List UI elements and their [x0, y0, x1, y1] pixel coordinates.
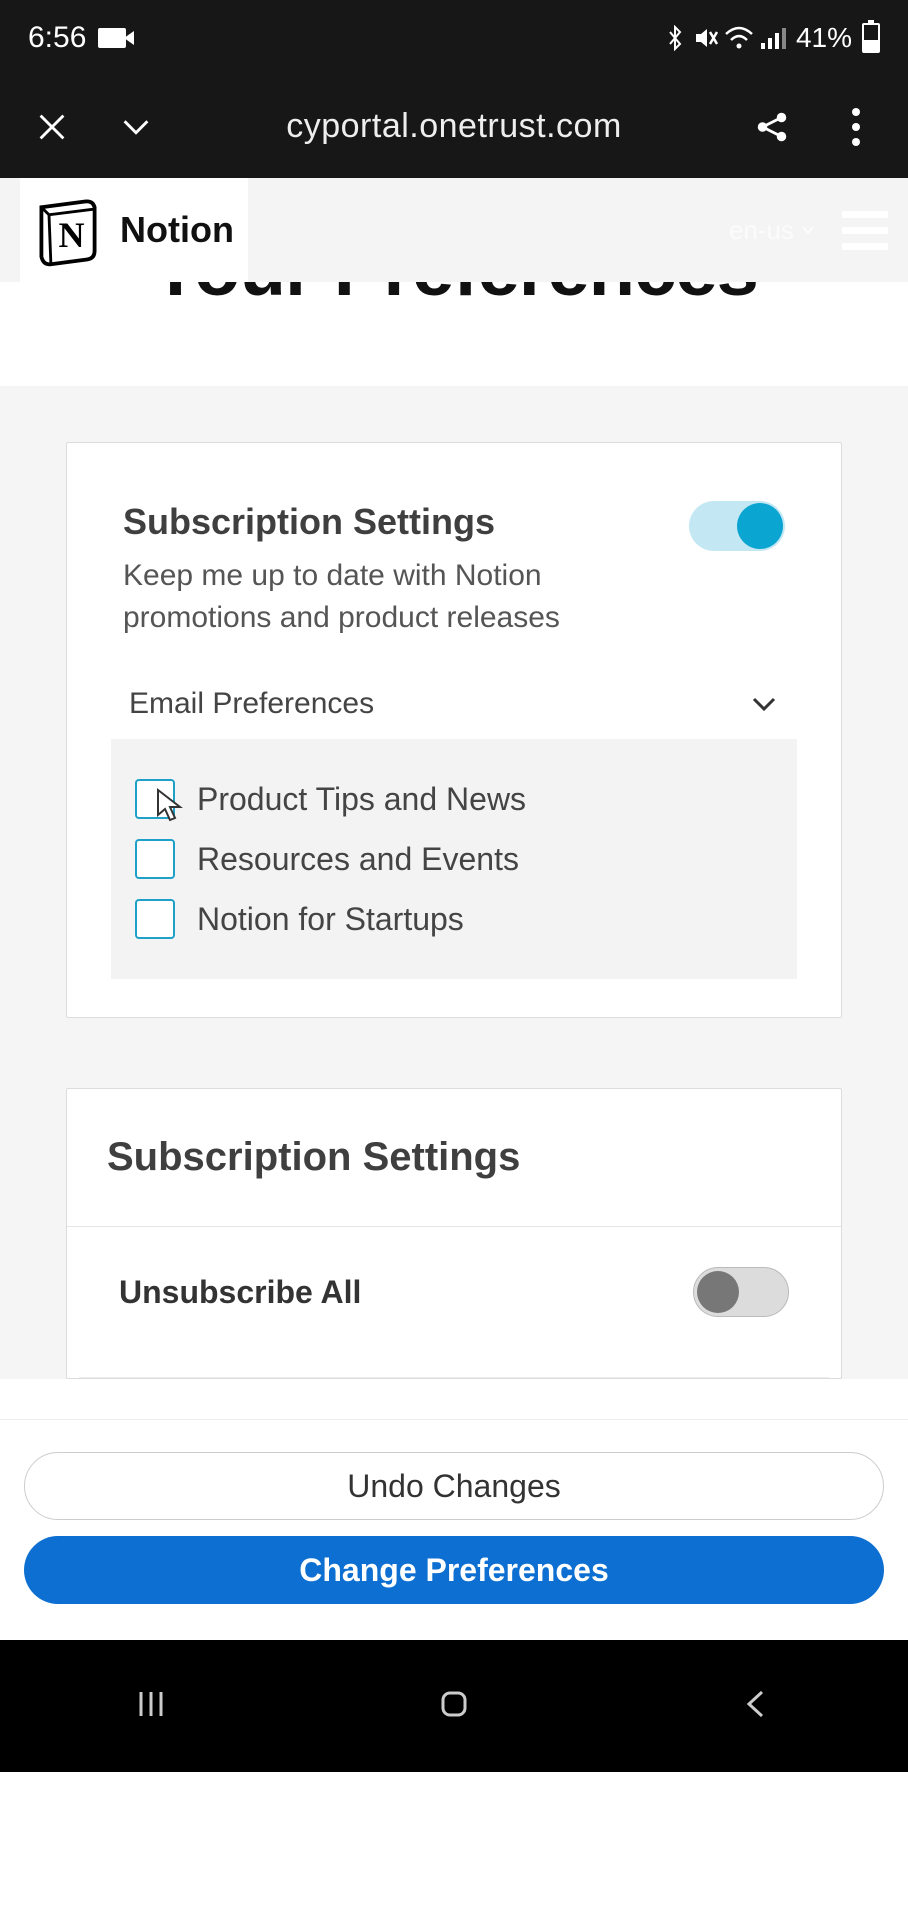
footer-actions: Undo Changes Change Preferences — [0, 1419, 908, 1640]
bluetooth-icon — [664, 25, 686, 51]
more-icon[interactable] — [832, 103, 880, 151]
app-header: N Notion en-us — [0, 178, 908, 282]
preference-list: Product Tips and News Resources and Even… — [111, 739, 797, 979]
checkbox-resources-events[interactable] — [135, 839, 175, 879]
close-icon[interactable] — [28, 103, 76, 151]
hamburger-icon[interactable] — [842, 211, 888, 250]
unsubscribe-card-title: Subscription Settings — [107, 1135, 801, 1180]
change-preferences-button[interactable]: Change Preferences — [24, 1536, 884, 1604]
main-content: Subscription Settings Keep me up to date… — [0, 386, 908, 1379]
preference-item: Notion for Startups — [135, 889, 773, 949]
home-icon[interactable] — [434, 1684, 474, 1729]
email-preferences-row[interactable]: Email Preferences — [123, 687, 785, 739]
svg-text:N: N — [59, 215, 85, 255]
subscription-card: Subscription Settings Keep me up to date… — [66, 442, 842, 1018]
battery-percent: 41% — [796, 22, 852, 54]
notion-cube-icon: N — [28, 190, 108, 270]
subscription-title: Subscription Settings — [123, 501, 669, 543]
chevron-down-icon — [800, 222, 816, 238]
preference-label: Notion for Startups — [197, 901, 464, 938]
subscription-description: Keep me up to date with Notion promotion… — [123, 555, 669, 639]
recents-icon[interactable] — [131, 1684, 171, 1729]
mute-icon — [692, 25, 718, 51]
notion-text: Notion — [120, 209, 234, 251]
undo-changes-button[interactable]: Undo Changes — [24, 1452, 884, 1520]
unsubscribe-all-label: Unsubscribe All — [119, 1274, 361, 1311]
wifi-icon — [724, 26, 754, 50]
undo-label: Undo Changes — [347, 1468, 560, 1505]
page-title-cut: Your Preferences — [0, 282, 908, 334]
chevron-down-icon[interactable] — [112, 103, 160, 151]
status-time: 6:56 — [28, 21, 86, 55]
share-icon[interactable] — [748, 103, 796, 151]
status-bar: 6:56 41% — [0, 0, 908, 75]
change-label: Change Preferences — [299, 1552, 608, 1589]
unsubscribe-all-toggle[interactable] — [693, 1267, 789, 1317]
signal-icon — [760, 26, 786, 50]
email-preferences-label: Email Preferences — [129, 687, 374, 721]
unsubscribe-card: Subscription Settings Unsubscribe All — [66, 1088, 842, 1379]
preference-item: Resources and Events — [135, 829, 773, 889]
preference-label: Product Tips and News — [197, 781, 526, 818]
notion-logo[interactable]: N Notion — [20, 178, 248, 282]
checkbox-product-tips[interactable] — [135, 779, 175, 819]
preference-label: Resources and Events — [197, 841, 519, 878]
system-nav-bar — [0, 1640, 908, 1772]
language-selector[interactable]: en-us — [729, 215, 816, 246]
browser-bar: cyportal.onetrust.com — [0, 75, 908, 178]
video-recording-icon — [98, 28, 126, 48]
url-text[interactable]: cyportal.onetrust.com — [196, 107, 712, 146]
language-label: en-us — [729, 215, 794, 246]
preference-item: Product Tips and News — [135, 769, 773, 829]
chevron-down-icon — [749, 689, 779, 719]
status-icons — [664, 25, 786, 51]
checkbox-startups[interactable] — [135, 899, 175, 939]
battery-icon — [862, 23, 880, 53]
back-icon[interactable] — [737, 1684, 777, 1729]
subscription-toggle[interactable] — [689, 501, 785, 551]
